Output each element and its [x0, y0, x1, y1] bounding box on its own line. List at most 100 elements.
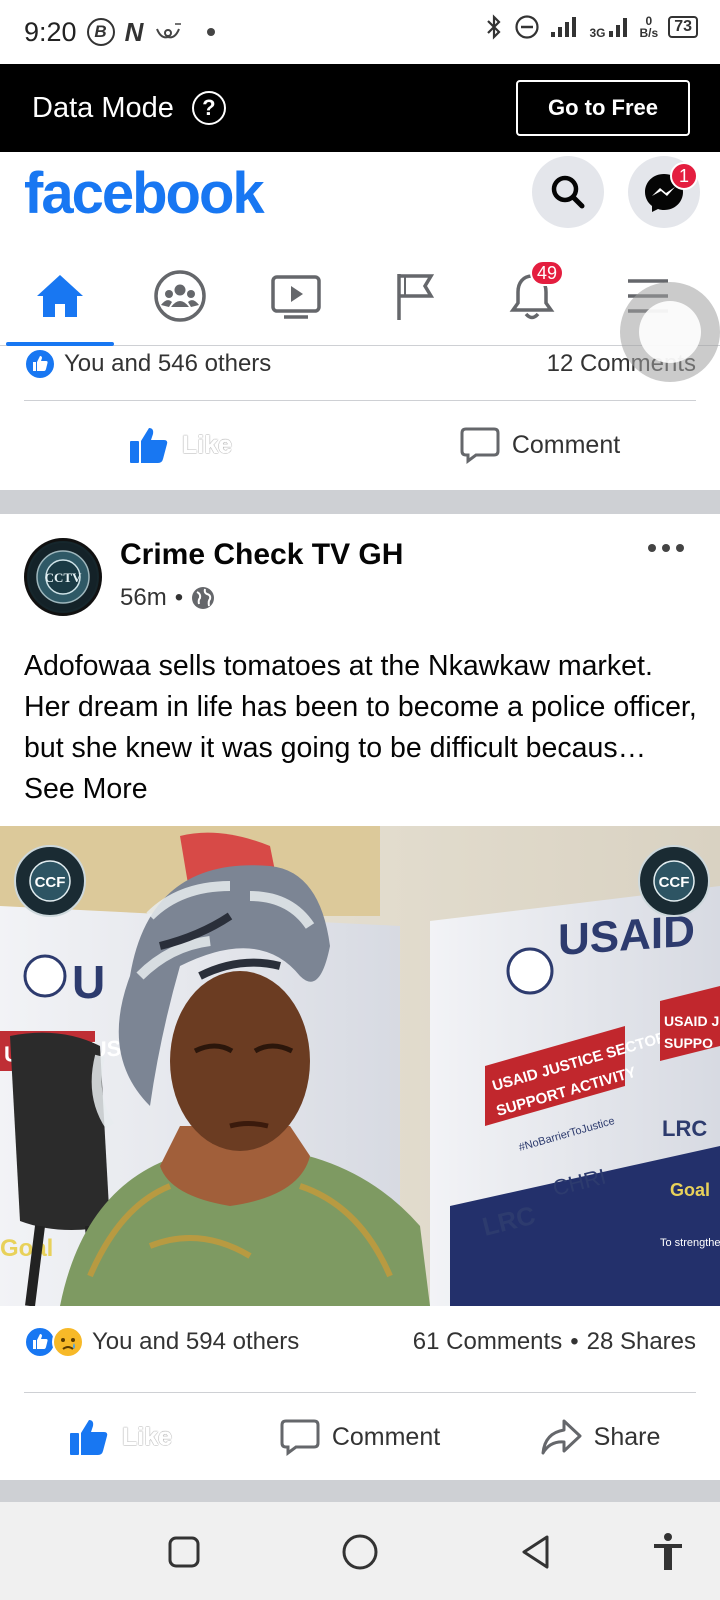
- like-icon: [69, 1420, 108, 1455]
- feed-separator: [0, 1480, 720, 1502]
- like-icon: [129, 428, 168, 463]
- recents-button[interactable]: [164, 1532, 204, 1572]
- post-meta: 56m •: [120, 584, 215, 612]
- back-icon: [522, 1535, 549, 1569]
- stats-separator: •: [570, 1328, 579, 1355]
- tab-pages[interactable]: [384, 266, 444, 326]
- bluetooth-icon: [486, 14, 501, 40]
- do-not-disturb-icon: [514, 15, 539, 39]
- speed-unit: B/s: [639, 26, 659, 40]
- status-time: 9:20: [24, 16, 77, 47]
- divider: [24, 400, 696, 401]
- post-engagement: 61 Comments • 28 Shares: [413, 1324, 696, 1360]
- post-options-button[interactable]: [648, 540, 684, 556]
- video-icon: [271, 275, 321, 319]
- status-bar: 9:20 B N 3G 0 B/s 73: [0, 0, 720, 64]
- tab-watch[interactable]: [266, 266, 326, 326]
- post-stats: You and 594 others 61 Comments • 28 Shar…: [0, 1324, 720, 1374]
- globe-icon: [192, 587, 215, 609]
- data-mode-label: Data Mode: [32, 91, 174, 124]
- facebook-logo[interactable]: facebook: [24, 160, 265, 227]
- share-button[interactable]: Share: [480, 1418, 720, 1456]
- signal-icon-2: [608, 18, 627, 37]
- recents-icon: [168, 1536, 200, 1568]
- like-label: Like: [121, 1422, 173, 1451]
- photo-scene: USAID JUS U Goal USAID USAID JUSTICE SEC…: [0, 826, 720, 1306]
- previous-reactions[interactable]: You and 546 others: [24, 346, 271, 382]
- sad-reaction-icon: [52, 1326, 84, 1358]
- post-comments-count[interactable]: 61 Comments: [413, 1328, 562, 1356]
- post-time[interactable]: 56m: [120, 584, 167, 612]
- status-left: 9:20 B N: [24, 16, 216, 48]
- right-small-text: To strengthen: [660, 1237, 720, 1249]
- meta-separator: •: [174, 584, 184, 611]
- signal-3g: 3G: [590, 15, 630, 39]
- post-shares-count[interactable]: 28 Shares: [587, 1328, 696, 1356]
- messenger-button[interactable]: 1: [628, 156, 700, 228]
- back-button[interactable]: [516, 1532, 556, 1572]
- left-brand-text: U: [72, 956, 105, 1008]
- search-button[interactable]: [532, 156, 604, 228]
- share-icon: [541, 1419, 582, 1455]
- previous-post-stats: You and 546 others 12 Comments: [0, 346, 720, 400]
- post-reactions[interactable]: You and 594 others: [24, 1324, 299, 1360]
- post-photo[interactable]: USAID JUS U Goal USAID USAID JUSTICE SEC…: [0, 826, 720, 1306]
- app-header: facebook 1: [0, 152, 720, 242]
- battery-level: 73: [668, 16, 698, 38]
- previous-like-label: Like: [181, 430, 233, 459]
- home-circle-icon: [342, 1534, 378, 1570]
- more-dot-icon: [662, 544, 670, 552]
- post-text: Adofowaa sells tomatoes at the Nkawkaw m…: [24, 646, 704, 810]
- n-notification-icon: N: [124, 16, 144, 47]
- more-dot-icon: [676, 544, 684, 552]
- post-author[interactable]: Crime Check TV GH: [120, 538, 403, 572]
- previous-comment-label: Comment: [511, 430, 621, 459]
- more-notifications-dot: [207, 28, 216, 36]
- divider: [24, 1392, 696, 1393]
- svg-text:CCTV: CCTV: [45, 570, 82, 585]
- ccf-logo-left: CCF: [35, 874, 66, 891]
- right-banner-1: USAID JU: [664, 1013, 720, 1029]
- home-icon: [37, 275, 83, 317]
- touch-indicator: [620, 282, 720, 382]
- ccf-logo-right: CCF: [659, 874, 690, 891]
- accessibility-icon: [654, 1533, 682, 1570]
- comment-button[interactable]: Comment: [240, 1418, 480, 1456]
- groups-icon: [154, 270, 206, 322]
- cloud-notification-icon: [156, 23, 182, 39]
- tab-home[interactable]: [30, 266, 90, 326]
- system-navigation-bar: [0, 1502, 720, 1600]
- tab-notifications[interactable]: 49: [502, 260, 564, 326]
- search-icon: [551, 175, 585, 209]
- like-button[interactable]: Like: [0, 1417, 240, 1457]
- post-reactions-text: You and 594 others: [92, 1328, 300, 1355]
- tab-groups[interactable]: [150, 266, 210, 326]
- author-avatar[interactable]: CCTV: [24, 538, 102, 616]
- signal-icon: [550, 17, 576, 37]
- home-system-button[interactable]: [340, 1532, 380, 1572]
- accessibility-button[interactable]: [648, 1532, 688, 1572]
- left-bottom-text: Goal: [0, 1235, 53, 1262]
- right-partner: LRC: [662, 1116, 707, 1141]
- comment-icon: [460, 427, 500, 464]
- comment-label: Comment: [331, 1422, 441, 1451]
- nav-tabs: 49: [0, 242, 720, 346]
- previous-comment-button[interactable]: Comment: [360, 426, 720, 464]
- right-banner-2: SUPPO: [664, 1035, 713, 1051]
- previous-like-button[interactable]: Like: [0, 425, 360, 465]
- go-to-free-button[interactable]: Go to Free: [516, 80, 690, 136]
- previous-reactions-text: You and 546 others: [64, 350, 272, 377]
- notification-badge: 49: [530, 260, 564, 286]
- see-more-link[interactable]: See More: [24, 773, 148, 805]
- help-icon[interactable]: ?: [191, 91, 226, 125]
- data-mode-bar: Data Mode ? Go to Free: [0, 64, 720, 152]
- post-body: Adofowaa sells tomatoes at the Nkawkaw m…: [24, 650, 697, 764]
- flag-icon: [397, 274, 435, 320]
- network-speed: 0 B/s: [640, 15, 659, 39]
- feed-separator: [0, 490, 720, 514]
- b-notification-icon: B: [86, 18, 115, 46]
- comment-icon: [280, 1419, 320, 1456]
- like-reaction-icon: [24, 348, 56, 380]
- messenger-badge: 1: [670, 162, 698, 190]
- previous-post-actions: Like Comment: [0, 402, 720, 488]
